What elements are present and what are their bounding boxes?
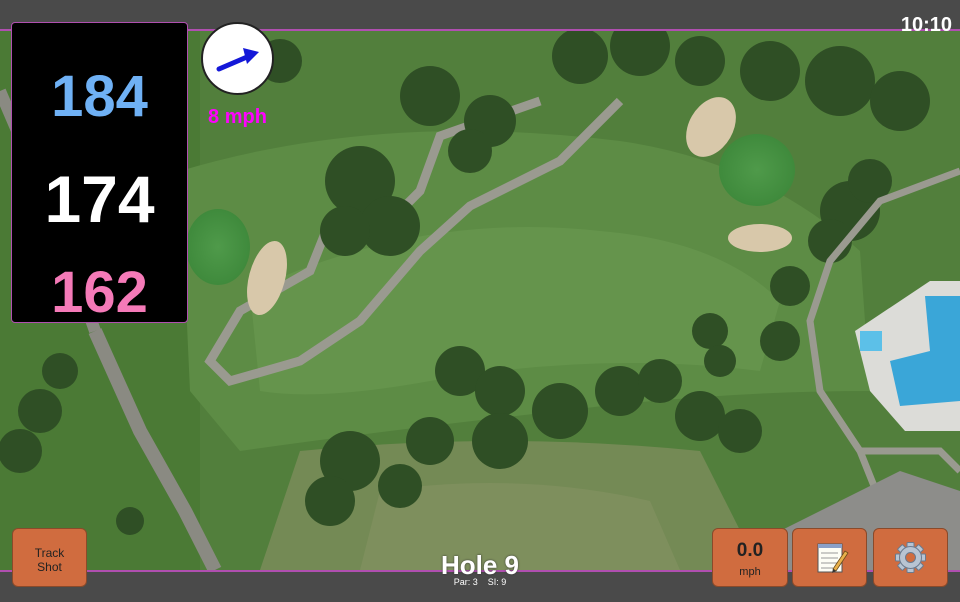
wind-arrow-icon (216, 48, 259, 72)
front-distance: 162 (51, 260, 148, 325)
track-shot-button[interactable]: Track Shot (12, 528, 87, 587)
par-value: 3 (472, 577, 478, 587)
notepad-icon (817, 543, 849, 573)
settings-button[interactable] (873, 528, 948, 587)
middle-distance: 174 (44, 162, 155, 236)
track-shot-label-line2: Shot (37, 560, 62, 574)
notes-button[interactable] (792, 528, 867, 587)
wind-indicator (201, 22, 274, 95)
track-shot-label-line1: Track (34, 546, 65, 560)
wind-speed: 8 mph (208, 106, 267, 128)
hole-info: Par: 3 SI: 9 (380, 577, 580, 587)
gear-icon (895, 542, 926, 573)
speed-unit: mph (739, 566, 761, 578)
si-value: 9 (501, 577, 507, 587)
speed-button[interactable]: 0.0 mph (712, 528, 788, 587)
back-distance: 184 (51, 64, 148, 129)
speed-value: 0.0 (736, 540, 764, 561)
si-label: SI: (487, 577, 499, 587)
distance-panel: 184 174 162 (11, 22, 188, 325)
par-label: Par: (453, 577, 471, 587)
